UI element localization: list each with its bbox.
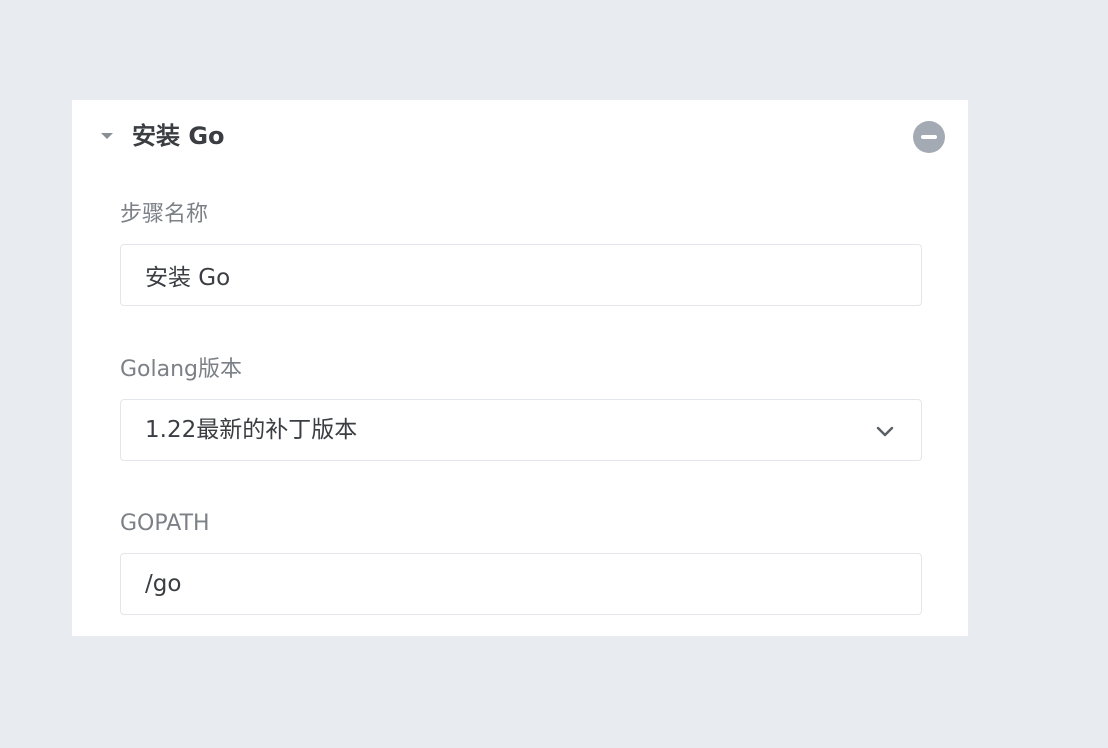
step-name-label: 步骤名称 bbox=[120, 202, 209, 227]
golang-version-value: 1.22最新的补丁版本 bbox=[145, 417, 358, 443]
step-title: 安装 Go bbox=[132, 122, 225, 150]
gopath-label: GOPATH bbox=[120, 511, 210, 536]
golang-version-label: Golang版本 bbox=[120, 357, 243, 382]
step-name-input[interactable] bbox=[120, 244, 922, 306]
minus-circle-icon bbox=[921, 135, 937, 139]
caret-down-icon[interactable] bbox=[101, 133, 113, 139]
remove-step-button[interactable] bbox=[913, 121, 945, 153]
step-header[interactable]: 安装 Go bbox=[72, 100, 968, 172]
chevron-down-icon bbox=[876, 426, 894, 437]
gopath-input[interactable] bbox=[120, 553, 922, 615]
golang-version-select[interactable]: 1.22最新的补丁版本 bbox=[120, 399, 922, 461]
step-panel: 安装 Go 步骤名称 Golang版本 1.22最新的补丁版本 GOPATH bbox=[72, 100, 968, 636]
